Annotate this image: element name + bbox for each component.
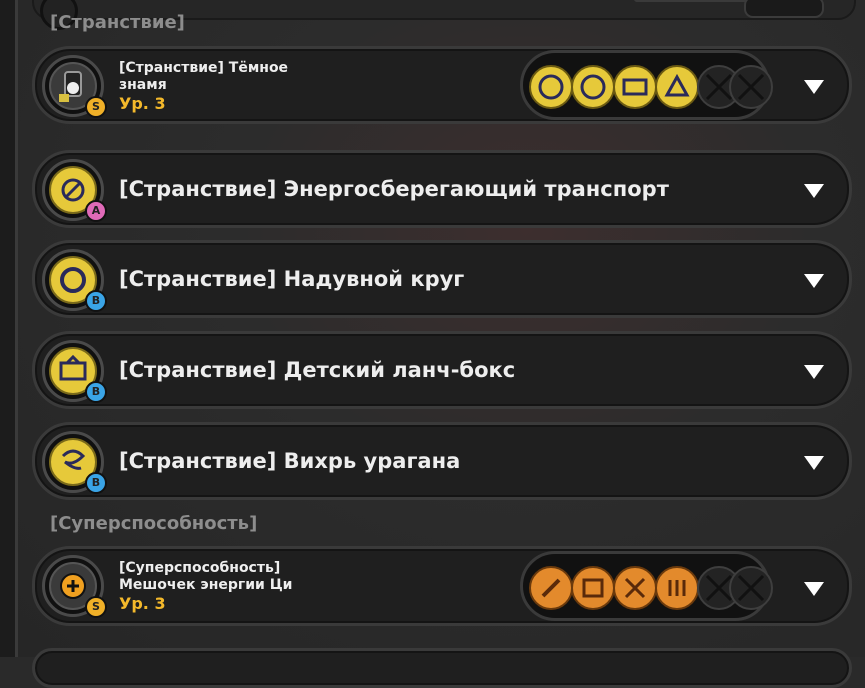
card-title-line2: Мешочек энергии Ци bbox=[119, 577, 293, 593]
gem-slot[interactable] bbox=[571, 566, 615, 610]
left-border bbox=[0, 0, 16, 657]
card-energy-transport[interactable]: A [Странствие] Энергосберегающий транспо… bbox=[32, 150, 852, 228]
card-inflatable-ring[interactable]: B [Странствие] Надувной круг bbox=[32, 240, 852, 318]
section-title-superpower: [Суперспособность] bbox=[50, 513, 258, 534]
card-title-line1: [Суперспособность] bbox=[119, 560, 281, 576]
gem-slot[interactable] bbox=[529, 65, 573, 109]
gem-slot[interactable] bbox=[655, 566, 699, 610]
card-lunch-box[interactable]: B [Странствие] Детский ланч-бокс bbox=[32, 331, 852, 409]
rank-badge: B bbox=[85, 381, 107, 403]
gem-slot[interactable] bbox=[613, 566, 657, 610]
section-title-wandering: [Странствие] bbox=[50, 12, 185, 33]
rank-badge: S bbox=[85, 596, 107, 618]
gem-slot[interactable] bbox=[529, 566, 573, 610]
card-title-line1: [Странствие] Тёмное bbox=[119, 60, 289, 76]
chevron-down-icon[interactable] bbox=[799, 573, 829, 603]
banner-icon: S bbox=[42, 55, 107, 118]
rank-badge: B bbox=[85, 472, 107, 494]
top-pill-button[interactable] bbox=[744, 0, 824, 18]
faded-text bbox=[634, 0, 754, 2]
card-title-line2: знамя bbox=[119, 77, 167, 93]
card-title: [Странствие] Энергосберегающий транспорт bbox=[119, 177, 669, 201]
gem-slot[interactable] bbox=[571, 65, 615, 109]
card-title: [Странствие] Детский ланч-бокс bbox=[119, 358, 516, 382]
hurricane-icon: B bbox=[42, 431, 107, 494]
rank-badge: A bbox=[85, 200, 107, 222]
gem-slot[interactable] bbox=[655, 65, 699, 109]
qi-pouch-icon: S bbox=[42, 555, 107, 618]
gem-slots bbox=[520, 551, 773, 621]
cross-icon[interactable] bbox=[729, 65, 773, 109]
gem-slots bbox=[520, 50, 773, 120]
rank-badge: B bbox=[85, 290, 107, 312]
rank-badge: S bbox=[85, 96, 107, 118]
chevron-down-icon[interactable] bbox=[799, 175, 829, 205]
chevron-down-icon[interactable] bbox=[799, 265, 829, 295]
lunchbox-icon: B bbox=[42, 340, 107, 403]
chevron-down-icon[interactable] bbox=[799, 356, 829, 386]
ring-icon: B bbox=[42, 249, 107, 312]
cross-icon[interactable] bbox=[729, 566, 773, 610]
chevron-down-icon[interactable] bbox=[799, 71, 829, 101]
level-label: Ур. 3 bbox=[119, 594, 166, 613]
transport-icon: A bbox=[42, 159, 107, 222]
chevron-down-icon[interactable] bbox=[799, 447, 829, 477]
card-next-partial[interactable] bbox=[32, 648, 852, 688]
card-qi-pouch[interactable]: S [Суперспособность] Мешочек энергии Ци … bbox=[32, 546, 852, 626]
card-title: [Странствие] Надувной круг bbox=[119, 267, 465, 291]
card-dark-banner[interactable]: S [Странствие] Тёмное знамя Ур. 3 bbox=[32, 46, 852, 124]
card-hurricane[interactable]: B [Странствие] Вихрь урагана bbox=[32, 422, 852, 500]
card-title: [Странствие] Вихрь урагана bbox=[119, 449, 461, 473]
gem-slot[interactable] bbox=[613, 65, 657, 109]
level-label: Ур. 3 bbox=[119, 94, 166, 113]
